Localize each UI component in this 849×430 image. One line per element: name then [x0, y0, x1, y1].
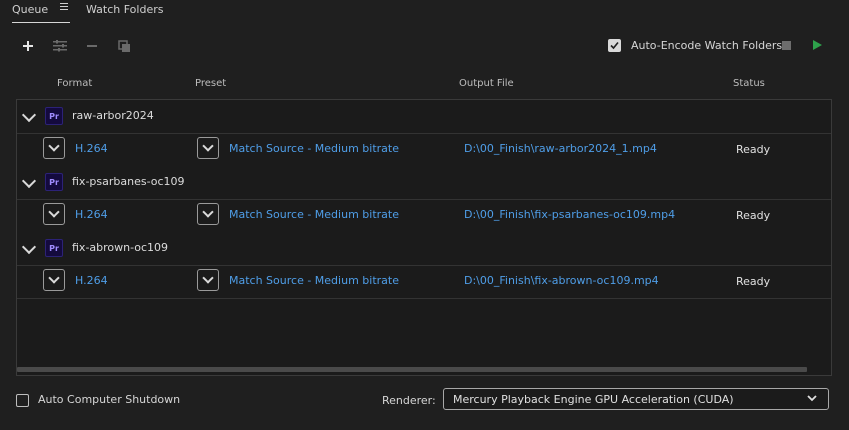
format-dropdown[interactable]	[43, 137, 65, 159]
auto-encode-checkbox[interactable]	[608, 39, 621, 52]
premiere-pro-icon: Pr	[45, 173, 63, 191]
queue-list: Pr raw-arbor2024 H.264 Match Source - Me…	[16, 99, 832, 376]
chevron-down-icon	[202, 206, 214, 218]
duplicate-button[interactable]	[116, 38, 132, 54]
menu-icon[interactable]	[59, 1, 68, 12]
premiere-pro-icon: Pr	[45, 239, 63, 257]
chevron-down-icon	[202, 140, 214, 152]
stop-button[interactable]	[782, 41, 791, 50]
queue-group-row[interactable]: Pr fix-psarbanes-oc109	[17, 166, 831, 200]
column-header-output-file[interactable]: Output File	[459, 78, 514, 89]
preset-dropdown[interactable]	[197, 203, 219, 225]
chevron-down-icon	[806, 392, 818, 407]
renderer-label: Renderer:	[382, 394, 436, 407]
duplicate-icon	[117, 39, 130, 52]
queue-settings-button[interactable]	[52, 38, 68, 54]
queue-output-row[interactable]: H.264 Match Source - Medium bitrate D:\0…	[17, 133, 831, 167]
output-file-link[interactable]: D:\00_Finish\fix-psarbanes-oc109.mp4	[464, 208, 675, 221]
auto-shutdown-label: Auto Computer Shutdown	[38, 393, 181, 406]
chevron-down-icon[interactable]	[21, 107, 37, 123]
chevron-down-icon	[48, 140, 60, 152]
format-dropdown[interactable]	[43, 203, 65, 225]
start-queue-button[interactable]	[813, 40, 822, 50]
format-dropdown[interactable]	[43, 269, 65, 291]
auto-shutdown-checkbox[interactable]	[16, 394, 29, 407]
status-text: Ready	[736, 209, 771, 222]
preset-dropdown[interactable]	[197, 269, 219, 291]
preset-link[interactable]: Match Source - Medium bitrate	[229, 274, 399, 287]
format-link[interactable]: H.264	[75, 208, 108, 221]
source-name: raw-arbor2024	[72, 109, 154, 122]
queue-output-row[interactable]: H.264 Match Source - Medium bitrate D:\0…	[17, 199, 831, 233]
preset-link[interactable]: Match Source - Medium bitrate	[229, 142, 399, 155]
tab-queue[interactable]: Queue	[12, 0, 70, 23]
minus-icon	[87, 45, 97, 47]
auto-encode-label: Auto-Encode Watch Folders	[631, 39, 783, 52]
remove-button[interactable]	[84, 38, 100, 54]
checkmark-icon	[610, 41, 619, 50]
preset-dropdown[interactable]	[197, 137, 219, 159]
renderer-value: Mercury Playback Engine GPU Acceleration…	[453, 393, 734, 406]
plus-icon	[23, 41, 33, 51]
column-header-format[interactable]: Format	[57, 78, 92, 89]
column-header-status[interactable]: Status	[733, 78, 765, 89]
tab-queue-label: Queue	[12, 3, 49, 16]
queue-group-row[interactable]: Pr raw-arbor2024	[17, 100, 831, 134]
horizontal-scrollbar[interactable]	[17, 367, 807, 372]
premiere-pro-icon: Pr	[45, 107, 63, 125]
queue-group-row[interactable]: Pr fix-abrown-oc109	[17, 232, 831, 266]
chevron-down-icon[interactable]	[21, 239, 37, 255]
sliders-icon	[53, 40, 67, 52]
chevron-down-icon	[48, 272, 60, 284]
preset-link[interactable]: Match Source - Medium bitrate	[229, 208, 399, 221]
chevron-down-icon	[202, 272, 214, 284]
status-text: Ready	[736, 143, 771, 156]
format-link[interactable]: H.264	[75, 142, 108, 155]
tab-watch-folders-label: Watch Folders	[86, 3, 164, 16]
add-source-button[interactable]	[20, 38, 36, 54]
format-link[interactable]: H.264	[75, 274, 108, 287]
column-header-preset[interactable]: Preset	[195, 78, 226, 89]
source-name: fix-abrown-oc109	[72, 241, 169, 254]
output-file-link[interactable]: D:\00_Finish\raw-arbor2024_1.mp4	[464, 142, 657, 155]
chevron-down-icon	[48, 206, 60, 218]
status-text: Ready	[736, 275, 771, 288]
output-file-link[interactable]: D:\00_Finish\fix-abrown-oc109.mp4	[464, 274, 659, 287]
source-name: fix-psarbanes-oc109	[72, 175, 185, 188]
tab-watch-folders[interactable]: Watch Folders	[86, 0, 163, 22]
queue-output-row[interactable]: H.264 Match Source - Medium bitrate D:\0…	[17, 265, 831, 299]
renderer-select[interactable]: Mercury Playback Engine GPU Acceleration…	[443, 388, 829, 410]
chevron-down-icon[interactable]	[21, 173, 37, 189]
